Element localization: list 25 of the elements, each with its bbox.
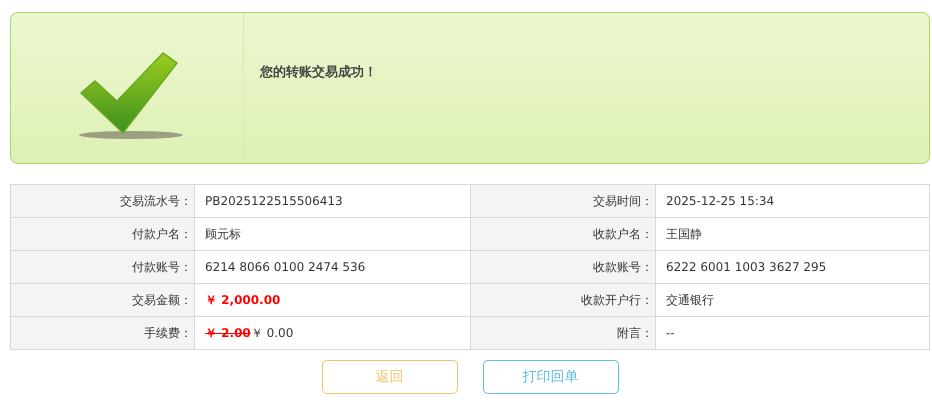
field-label: 收款账号：: [593, 260, 653, 274]
field-value: 顾元标: [205, 226, 241, 240]
fee-value: ￥ 0.00: [250, 326, 294, 340]
field-value: 2025-12-25 15:34: [666, 194, 774, 208]
field-value: 6214 8066 0100 2474 536: [205, 260, 366, 274]
print-receipt-button[interactable]: 打印回单: [482, 360, 618, 394]
checkmark-icon: [79, 52, 183, 139]
back-button[interactable]: 返回: [322, 360, 458, 394]
amount-value: ￥ 2,000.00: [205, 292, 280, 306]
original-fee: ￥ 2.00: [205, 326, 251, 340]
field-value: 王国静: [666, 226, 702, 240]
success-message: 您的转账交易成功！: [260, 64, 377, 81]
field-label: 交易金额：: [132, 292, 192, 306]
field-label: 手续费：: [144, 326, 192, 340]
field-value: --: [666, 326, 675, 340]
field-label: 交易时间：: [593, 194, 653, 208]
field-label: 付款户名：: [132, 226, 192, 240]
field-label: 收款开户行：: [581, 292, 653, 306]
field-label: 交易流水号：: [120, 194, 192, 208]
field-label: 收款户名：: [593, 226, 653, 240]
field-label: 付款账号：: [132, 260, 192, 274]
field-value: 交通银行: [666, 292, 714, 306]
field-value: PB2025122515506413: [205, 194, 343, 208]
field-label: 附言：: [617, 326, 653, 340]
field-value: 6222 6001 1003 3627 295: [666, 260, 826, 274]
